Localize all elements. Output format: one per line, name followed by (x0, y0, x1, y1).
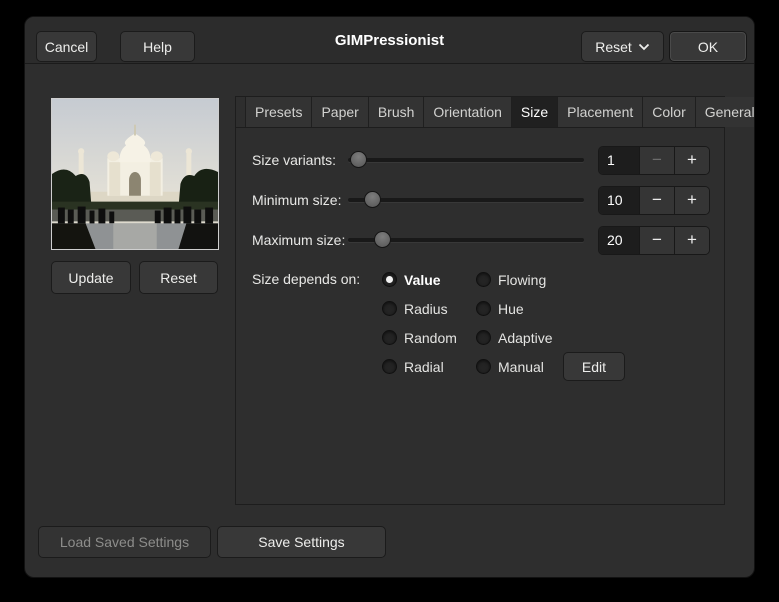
slider-handle[interactable] (350, 151, 367, 168)
radio-random-label: Random (404, 330, 457, 346)
maximum-size-label: Maximum size: (252, 232, 348, 248)
save-settings-label: Save Settings (258, 534, 344, 550)
tab-orientation[interactable]: Orientation (424, 97, 511, 127)
minimum-size-label: Minimum size: (252, 192, 348, 208)
gimpressionist-dialog: GIMPressionist Cancel Help Reset OK (24, 16, 755, 578)
radio-unselected-icon (382, 359, 397, 374)
chevron-down-icon (638, 43, 650, 51)
save-settings-button[interactable]: Save Settings (217, 526, 386, 558)
taj-mahal-preview-image (52, 99, 218, 249)
minimum-size-value[interactable]: 10 (599, 187, 639, 214)
update-button[interactable]: Update (51, 261, 131, 294)
tab-size[interactable]: Size (512, 97, 558, 127)
reset-dropdown-button[interactable]: Reset (581, 31, 664, 62)
slider-handle[interactable] (374, 231, 391, 248)
preview-reset-button-label: Reset (160, 270, 197, 286)
radio-unselected-icon (476, 272, 491, 287)
edit-button[interactable]: Edit (563, 352, 625, 381)
size-variants-value[interactable]: 1 (599, 147, 639, 174)
size-variants-label: Size variants: (252, 152, 348, 168)
size-variants-decrement-button[interactable]: − (639, 147, 674, 174)
size-variants-increment-button[interactable]: + (674, 147, 709, 174)
load-saved-settings-button[interactable]: Load Saved Settings (38, 526, 211, 558)
radio-unselected-icon (382, 330, 397, 345)
radio-manual[interactable]: Manual Edit (476, 352, 625, 381)
tab-color[interactable]: Color (643, 97, 695, 127)
size-depends-radio-group: Value Flowing Radius Hue Random (382, 265, 625, 381)
cancel-button-label: Cancel (45, 39, 89, 55)
maximum-size-row: Maximum size: 20 − + (252, 225, 710, 255)
minus-icon: − (652, 190, 662, 210)
maximum-size-decrement-button[interactable]: − (639, 227, 674, 254)
radio-radial[interactable]: Radial (382, 359, 476, 375)
radio-radial-label: Radial (404, 359, 444, 375)
tab-paper[interactable]: Paper (312, 97, 368, 127)
radio-value[interactable]: Value (382, 272, 476, 288)
minimum-size-increment-button[interactable]: + (674, 187, 709, 214)
size-variants-spinbox: 1 − + (598, 146, 710, 175)
update-button-label: Update (68, 270, 113, 286)
tab-brush[interactable]: Brush (369, 97, 425, 127)
settings-notebook: Presets Paper Brush Orientation Size Pla… (235, 96, 725, 505)
radio-hue[interactable]: Hue (476, 301, 625, 317)
header-bar: GIMPressionist Cancel Help Reset OK (25, 17, 754, 64)
radio-unselected-icon (476, 301, 491, 316)
radio-unselected-icon (382, 301, 397, 316)
radio-radius-label: Radius (404, 301, 448, 317)
minimum-size-spinbox: 10 − + (598, 186, 710, 215)
preview-image (51, 98, 219, 250)
radio-random[interactable]: Random (382, 330, 476, 346)
slider-trough (348, 198, 584, 202)
reset-dropdown-label: Reset (595, 39, 632, 55)
radio-adaptive-label: Adaptive (498, 330, 552, 346)
size-variants-row: Size variants: 1 − + (252, 145, 710, 175)
radio-radius[interactable]: Radius (382, 301, 476, 317)
tab-presets[interactable]: Presets (245, 97, 312, 127)
size-variants-slider[interactable] (348, 145, 584, 175)
maximum-size-value[interactable]: 20 (599, 227, 639, 254)
minus-icon: − (652, 230, 662, 250)
radio-value-label: Value (404, 272, 441, 288)
radio-unselected-icon (476, 330, 491, 345)
maximum-size-slider[interactable] (348, 225, 584, 255)
plus-icon: + (687, 150, 697, 170)
radio-adaptive[interactable]: Adaptive (476, 330, 625, 346)
preview-reset-button[interactable]: Reset (139, 261, 218, 294)
help-button-label: Help (143, 39, 172, 55)
ok-button-label: OK (698, 39, 718, 55)
radio-hue-label: Hue (498, 301, 524, 317)
tab-general[interactable]: General (696, 97, 755, 127)
slider-trough (348, 158, 584, 162)
minus-icon: − (652, 150, 662, 170)
tab-placement[interactable]: Placement (558, 97, 643, 127)
load-saved-settings-label: Load Saved Settings (60, 534, 189, 550)
minimum-size-decrement-button[interactable]: − (639, 187, 674, 214)
plus-icon: + (687, 230, 697, 250)
maximum-size-spinbox: 20 − + (598, 226, 710, 255)
plus-icon: + (687, 190, 697, 210)
cancel-button[interactable]: Cancel (36, 31, 97, 62)
radio-selected-icon (382, 272, 397, 287)
edit-button-label: Edit (582, 359, 606, 375)
size-depends-label: Size depends on: (252, 265, 382, 381)
radio-flowing-label: Flowing (498, 272, 546, 288)
radio-flowing[interactable]: Flowing (476, 272, 625, 288)
minimum-size-slider[interactable] (348, 185, 584, 215)
maximum-size-increment-button[interactable]: + (674, 227, 709, 254)
tab-bar: Presets Paper Brush Orientation Size Pla… (236, 97, 724, 128)
size-depends-section: Size depends on: Value Flowing Radius Hu… (252, 265, 625, 381)
slider-handle[interactable] (364, 191, 381, 208)
radio-unselected-icon (476, 359, 491, 374)
minimum-size-row: Minimum size: 10 − + (252, 185, 710, 215)
help-button[interactable]: Help (120, 31, 195, 62)
ok-button[interactable]: OK (669, 31, 747, 62)
radio-manual-label: Manual (498, 359, 544, 375)
